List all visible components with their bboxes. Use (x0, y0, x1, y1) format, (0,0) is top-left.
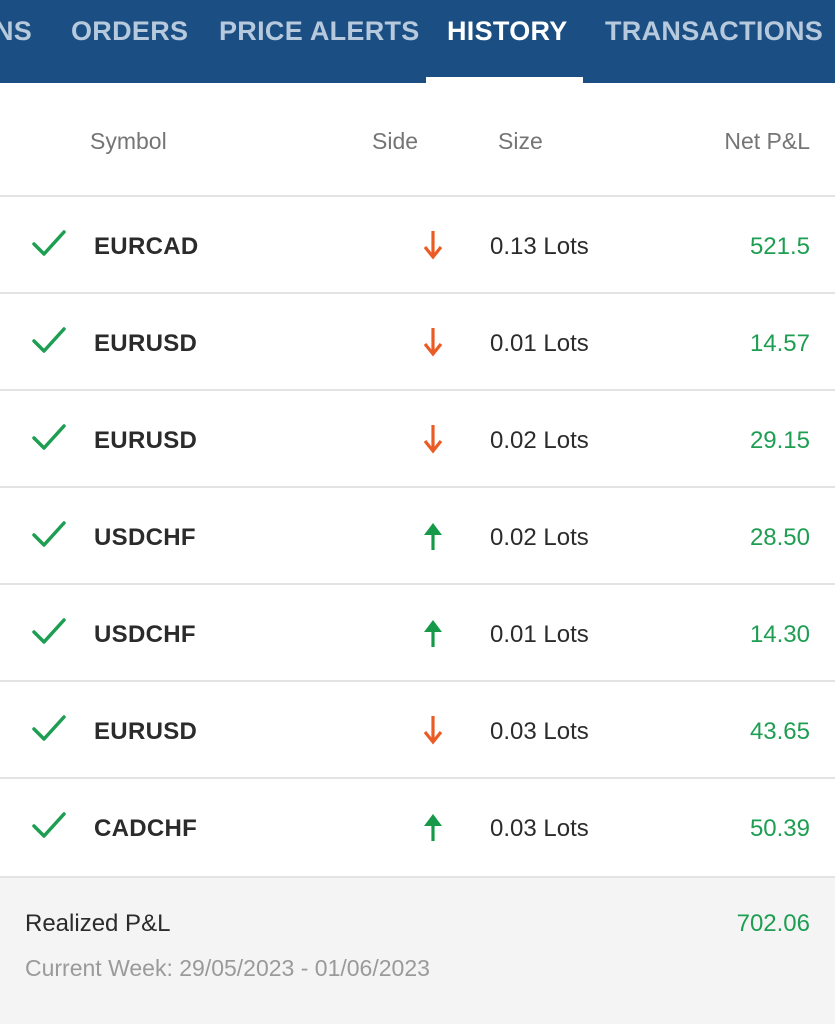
row-size: 0.13 Lots (490, 233, 589, 260)
row-net-pnl: 29.15 (749, 427, 810, 454)
row-net-pnl: 50.39 (749, 815, 810, 842)
row-size: 0.03 Lots (490, 718, 589, 745)
tab-history[interactable]: HISTORY (447, 0, 568, 83)
tab-transactions[interactable]: TRANSACTIONS (605, 0, 823, 83)
row-net-pnl: 14.30 (749, 621, 810, 648)
realized-pnl-summary: Realized P&L 702.06 Current Week: 29/05/… (0, 876, 835, 1024)
row-net-pnl: 43.65 (749, 718, 810, 745)
row-size: 0.02 Lots (490, 427, 589, 454)
row-net-pnl: 28.50 (749, 524, 810, 551)
row-size: 0.01 Lots (490, 330, 589, 357)
row-symbol: EURUSD (94, 427, 198, 454)
arrow-up-icon (424, 620, 442, 647)
row-size: 0.02 Lots (490, 524, 589, 551)
column-header-net-pnl[interactable]: Net P&L (724, 128, 810, 155)
realized-pnl-total: 702.06 (736, 910, 810, 937)
row-net-pnl: 521.5 (749, 233, 810, 260)
row-symbol: USDCHF (94, 524, 196, 551)
table-row[interactable]: EURUSD 0.02 Lots 29.15 (0, 389, 835, 486)
table-row[interactable]: EURUSD 0.03 Lots 43.65 (0, 680, 835, 777)
arrow-up-icon (424, 814, 442, 841)
row-net-pnl: 14.57 (749, 330, 810, 357)
row-symbol: USDCHF (94, 621, 196, 648)
arrow-down-icon (423, 425, 443, 454)
row-symbol: EURUSD (94, 330, 198, 357)
period-range: Current Week: 29/05/2023 - 01/06/2023 (25, 955, 430, 981)
arrow-down-icon (423, 328, 443, 357)
row-symbol: EURUSD (94, 718, 198, 745)
realized-pnl-label: Realized P&L (25, 910, 171, 937)
check-icon (32, 521, 66, 547)
table-row[interactable]: USDCHF 0.02 Lots 28.50 (0, 486, 835, 583)
tab-positions[interactable]: NS (0, 0, 32, 83)
check-icon (32, 230, 66, 256)
check-icon (32, 424, 66, 450)
table-row[interactable]: CADCHF 0.03 Lots 50.39 (0, 777, 835, 874)
column-header-side[interactable]: Side (372, 128, 418, 155)
check-icon (32, 327, 66, 353)
row-symbol: EURCAD (94, 233, 199, 260)
column-header-symbol[interactable]: Symbol (90, 128, 167, 155)
table-row[interactable]: USDCHF 0.01 Lots 14.30 (0, 583, 835, 680)
arrow-down-icon (423, 231, 443, 260)
check-icon (32, 715, 66, 741)
active-tab-indicator (426, 77, 583, 83)
arrow-up-icon (424, 523, 442, 550)
arrow-down-icon (423, 716, 443, 745)
table-row[interactable]: EURUSD 0.01 Lots 14.57 (0, 292, 835, 389)
tab-bar: NS ORDERS PRICE ALERTS HISTORY TRANSACTI… (0, 0, 835, 83)
row-symbol: CADCHF (94, 815, 198, 842)
row-size: 0.03 Lots (490, 815, 589, 842)
tab-price-alerts[interactable]: PRICE ALERTS (219, 0, 420, 83)
tab-orders[interactable]: ORDERS (71, 0, 188, 83)
column-header-size[interactable]: Size (498, 128, 543, 155)
table-row[interactable]: EURCAD 0.13 Lots 521.5 (0, 195, 835, 292)
check-icon (32, 618, 66, 644)
row-size: 0.01 Lots (490, 621, 589, 648)
check-icon (32, 812, 66, 838)
